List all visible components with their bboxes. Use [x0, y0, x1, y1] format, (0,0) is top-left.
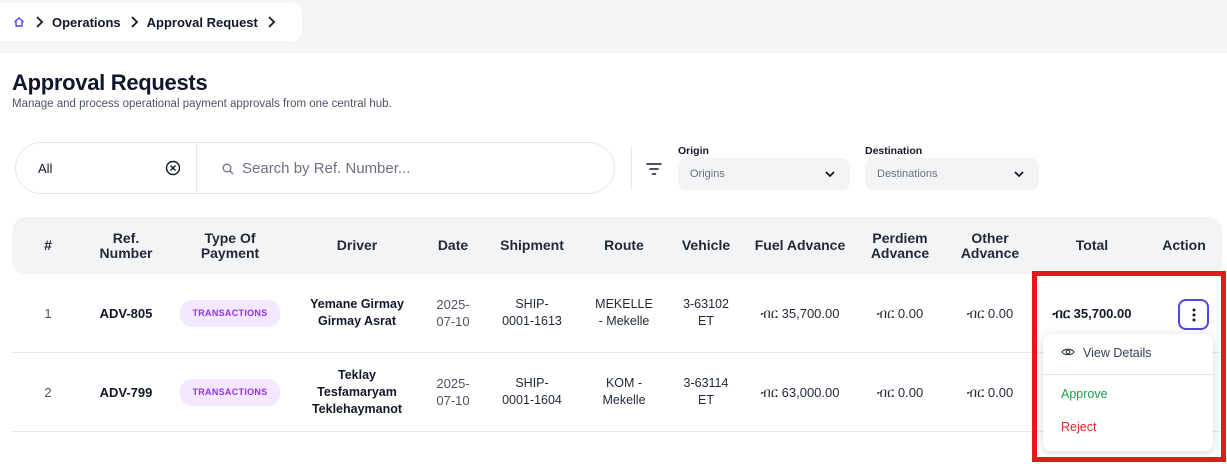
driver-name: Yemane Girmay Girmay Asrat [310, 297, 404, 328]
breadcrumb-item-operations[interactable]: Operations [52, 15, 121, 30]
payment-type-cell: TRANSACTIONS [180, 274, 280, 352]
column-header-number: # [44, 237, 52, 253]
column-header-route: Route [604, 237, 644, 253]
shipment: SHIP-0001-1613 [502, 297, 562, 328]
origin-label: Origin [678, 145, 709, 157]
column-header-date: Date [437, 237, 469, 253]
ref-number: ADV-805 [99, 305, 153, 321]
payment-type-badge: TRANSACTIONS [180, 299, 280, 327]
chevron-down-icon [824, 168, 836, 180]
origin-select[interactable]: Origins [678, 158, 850, 190]
clear-icon[interactable] [165, 160, 181, 176]
breadcrumb: Operations Approval Request [0, 3, 302, 41]
fuel-advance: ብር 35,700.00 [760, 305, 840, 321]
table-row[interactable]: 2 ADV-799 TRANSACTIONS Teklay Tesfamarya… [12, 353, 1222, 432]
menu-item-approve[interactable]: Approve [1061, 387, 1108, 401]
view-details-label: View Details [1083, 346, 1152, 360]
ref-number: ADV-799 [99, 384, 153, 400]
route: KOM - Mekelle [602, 376, 646, 407]
chevron-down-icon [1013, 168, 1025, 180]
perdiem-advance: ብር 0.00 [876, 305, 924, 321]
column-header-total: Total [1075, 237, 1109, 253]
top-bar: Operations Approval Request [0, 0, 1227, 53]
search-bar: All [15, 142, 615, 194]
destination-select-value: Destinations [877, 168, 938, 180]
home-icon[interactable] [12, 15, 26, 29]
column-header-fuel-advance: Fuel Advance [754, 237, 846, 253]
menu-item-reject[interactable]: Reject [1061, 420, 1096, 434]
row-number: 2 [44, 384, 52, 400]
menu-item-view-details[interactable]: View Details [1061, 346, 1152, 360]
more-vertical-icon [1192, 308, 1195, 321]
perdiem-advance: ብር 0.00 [876, 384, 924, 400]
payment-type-cell: TRANSACTIONS [180, 353, 280, 431]
eye-icon [1061, 346, 1075, 360]
vehicle: 3-63114 ET [683, 376, 729, 407]
status-select[interactable]: All [38, 143, 52, 193]
column-header-shipment: Shipment [500, 237, 564, 253]
column-header-driver: Driver [336, 237, 378, 253]
search-input[interactable] [242, 155, 602, 181]
action-menu: View Details Approve Reject [1043, 334, 1213, 451]
breadcrumb-item-approval-request[interactable]: Approval Request [147, 15, 258, 30]
column-header-other-advance: Other Advance [960, 229, 1020, 261]
chevron-right-icon [258, 12, 284, 32]
search-icon [222, 162, 234, 175]
origin-select-value: Origins [690, 168, 725, 180]
divider [631, 146, 632, 190]
payment-type-badge: TRANSACTIONS [180, 378, 280, 406]
page-subtitle: Manage and process operational payment a… [12, 98, 392, 110]
column-header-perdiem-advance: Perdiem Advance [870, 229, 930, 261]
table-row[interactable]: 1 ADV-805 TRANSACTIONS Yemane Girmay Gir… [12, 274, 1222, 353]
fuel-advance: ብር 63,000.00 [760, 384, 840, 400]
destination-select[interactable]: Destinations [865, 158, 1039, 190]
destination-label: Destination [865, 145, 923, 157]
filter-icon[interactable] [646, 162, 662, 176]
divider [196, 143, 197, 193]
row-number: 1 [44, 305, 52, 321]
driver-name: Teklay Tesfamaryam Teklehaymanot [311, 367, 403, 416]
chevron-right-icon [121, 12, 147, 32]
column-header-type: Type Of Payment [200, 229, 260, 261]
other-advance: ብር 0.00 [966, 305, 1014, 321]
column-header-ref-number: Ref. Number [99, 229, 153, 261]
column-header-action: Action [1162, 237, 1206, 253]
row-actions-button[interactable] [1178, 299, 1209, 330]
page-title: Approval Requests [12, 70, 208, 95]
date: 2025-07-10 [436, 376, 470, 408]
other-advance: ብር 0.00 [966, 384, 1014, 400]
shipment: SHIP-0001-1604 [502, 376, 562, 407]
table-header: # Ref. Number Type Of Payment Driver Dat… [12, 217, 1222, 274]
chevron-right-icon [26, 12, 52, 32]
vehicle: 3-63102 ET [683, 297, 729, 328]
divider [1043, 374, 1213, 375]
date: 2025-07-10 [436, 297, 470, 329]
column-header-vehicle: Vehicle [681, 237, 731, 253]
route: MEKELLE - Mekelle [595, 297, 653, 328]
